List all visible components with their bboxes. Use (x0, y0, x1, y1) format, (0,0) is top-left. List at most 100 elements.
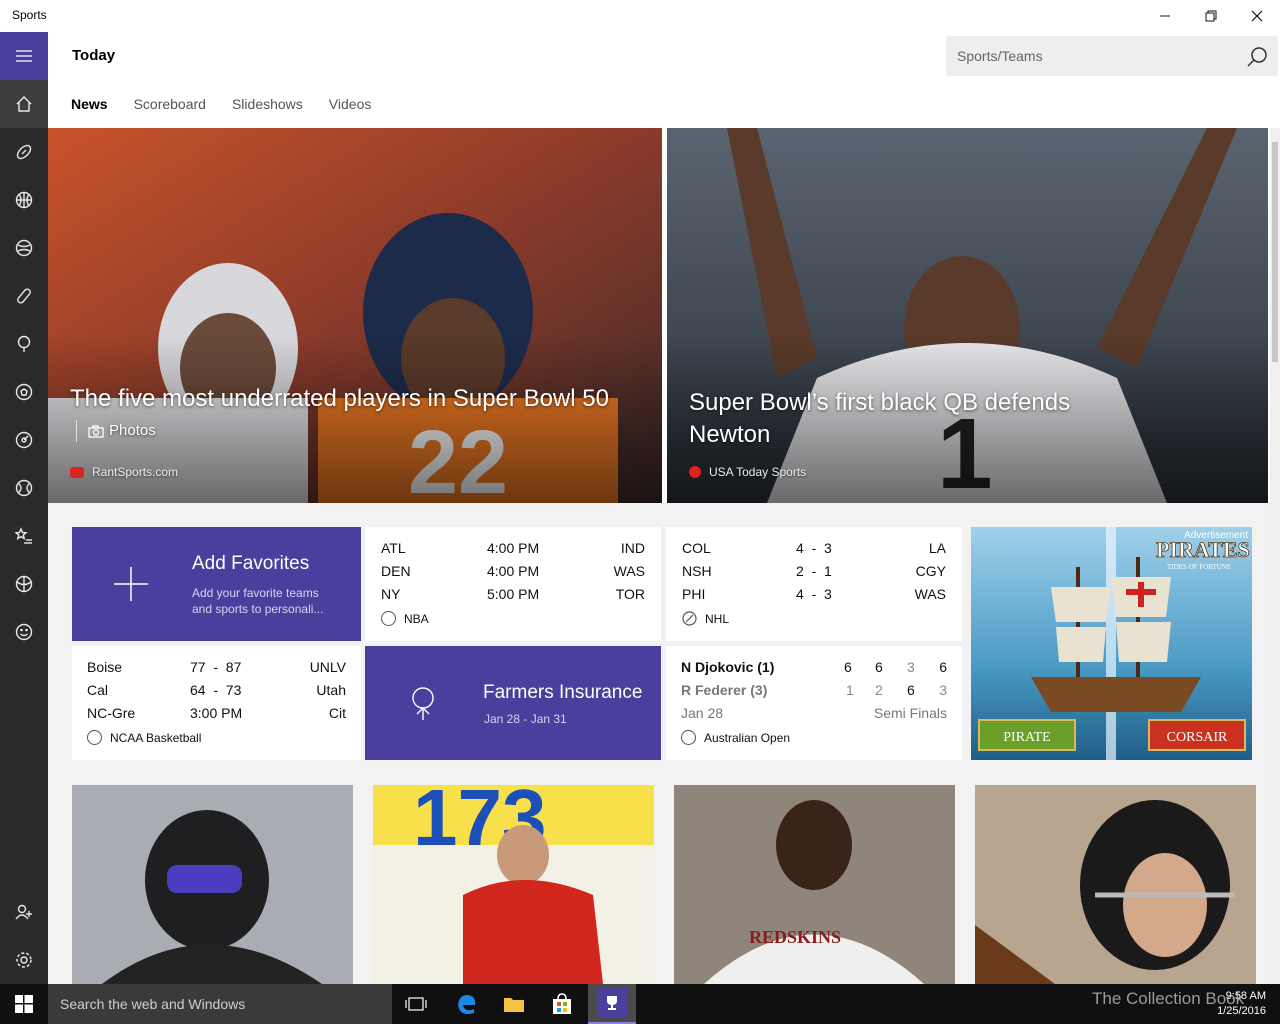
nav-rail (0, 32, 48, 984)
set-score: 6 (939, 659, 947, 675)
nav-hockey[interactable] (0, 272, 48, 320)
story-thumbnail[interactable] (975, 785, 1256, 984)
windows-logo-icon (15, 995, 33, 1013)
nhl-scores-tile[interactable]: COL 4 - 3 LA NSH 2 - 1 CGY PHI 4 - 3 WAS… (666, 527, 962, 641)
story-thumbnail[interactable]: REDSKINS (674, 785, 955, 984)
golf-ball-icon (412, 687, 434, 720)
match-info-row: Jan 28 Semi Finals (681, 705, 947, 728)
search-input[interactable] (946, 36, 1236, 76)
tennis-icon (681, 730, 696, 745)
game-score: 2 - 1 (796, 563, 832, 579)
hero-story-2[interactable]: 1 Super Bowl’s first black QB defends Ne… (667, 128, 1268, 503)
set-score: 6 (907, 682, 915, 698)
racing-icon (15, 431, 33, 449)
title-bar: Sports (0, 0, 1280, 32)
basketball-icon (15, 191, 33, 209)
nav-golf[interactable] (0, 320, 48, 368)
score-row: ATL 4:00 PM IND (381, 540, 645, 563)
story-thumbnail[interactable] (72, 785, 353, 984)
tab-slideshows[interactable]: Slideshows (232, 96, 303, 112)
nav-soccer[interactable] (0, 368, 48, 416)
nav-baseball[interactable] (0, 224, 48, 272)
nav-football[interactable] (0, 128, 48, 176)
game-time: 3:00 PM (190, 705, 243, 721)
nav-racing[interactable] (0, 416, 48, 464)
scrollbar-thumb[interactable] (1272, 142, 1278, 362)
tab-scoreboard[interactable]: Scoreboard (134, 96, 206, 112)
nba-scores-tile[interactable]: ATL 4:00 PM IND DEN 4:00 PM WAS NY 5:00 … (365, 527, 661, 641)
nav-fantasy[interactable] (0, 608, 48, 656)
edge-button[interactable] (442, 984, 490, 1024)
league-label: NBA (381, 611, 429, 626)
home-team: NC-Gre (87, 705, 136, 721)
hero-story-1[interactable]: 22 The five most underrated players in S… (48, 128, 662, 503)
game-score: 77 - 87 (190, 659, 242, 675)
tab-news[interactable]: News (71, 96, 108, 112)
league-label: NHL (682, 611, 729, 626)
thumbnail-redskins-player-image: REDSKINS (674, 785, 955, 984)
page-title: Today (72, 47, 116, 64)
star-list-icon (15, 527, 32, 544)
hero-1-headline: The five most underrated players in Supe… (70, 383, 662, 451)
nav-more-sports[interactable] (0, 560, 48, 608)
score-row: Boise 77 - 87 UNLV (87, 659, 346, 682)
task-view-button[interactable] (392, 984, 440, 1024)
home-team: NY (381, 586, 401, 602)
store-icon (553, 993, 571, 1014)
golf-dates: Jan 28 - Jan 31 (484, 712, 567, 726)
nav-favorites[interactable] (0, 512, 48, 560)
nav-basketball[interactable] (0, 176, 48, 224)
vertical-scrollbar[interactable] (1270, 128, 1280, 984)
story-thumbnail[interactable]: 173 (373, 785, 654, 984)
search-box (946, 36, 1278, 76)
hockey-icon (17, 288, 31, 304)
search-icon[interactable] (1246, 46, 1268, 68)
nav-account[interactable] (0, 888, 48, 936)
file-explorer-button[interactable] (490, 984, 538, 1024)
hamburger-icon (16, 50, 32, 62)
league-name: NHL (705, 611, 730, 626)
game-time: 4:00 PM (487, 540, 540, 556)
rantsports-logo-icon (70, 466, 84, 478)
nav-tennis[interactable] (0, 464, 48, 512)
taskbar-search-box[interactable]: Search the web and Windows (48, 984, 392, 1024)
tennis-match-tile[interactable]: N Djokovic (1) 6 6 3 6 R Federer (3) 1 2… (666, 646, 962, 760)
basketball-icon (87, 730, 102, 745)
watermark-text: The Collection Book (1092, 989, 1245, 1008)
home-team: ATL (381, 540, 406, 556)
soccer-icon (15, 383, 33, 401)
minimize-button[interactable] (1142, 0, 1188, 32)
set-score: 6 (875, 659, 883, 675)
away-team: WAS (613, 563, 645, 579)
store-button[interactable] (538, 984, 586, 1024)
golf-tournament-tile[interactable]: Farmers Insurance Jan 28 - Jan 31 (365, 646, 661, 760)
away-team: IND (620, 540, 645, 556)
home-team: NSH (682, 563, 712, 579)
restore-button[interactable] (1188, 0, 1234, 32)
hamburger-menu-button[interactable] (0, 32, 48, 80)
golf-title: Farmers Insurance (483, 682, 643, 703)
add-favorites-tile[interactable]: Add Favorites Add your favorite teams an… (72, 527, 361, 641)
close-button[interactable] (1234, 0, 1280, 32)
ncaa-scores-tile[interactable]: Boise 77 - 87 UNLV Cal 64 - 73 Utah NC-G… (72, 646, 361, 760)
league-label: NCAA Basketball (87, 730, 201, 745)
tab-bar: News Scoreboard Slideshows Videos (71, 96, 371, 112)
player-name: R Federer (3) (681, 682, 768, 698)
svg-text:REDSKINS: REDSKINS (749, 927, 841, 947)
game-time: 5:00 PM (487, 586, 540, 602)
nav-home[interactable] (0, 80, 48, 128)
home-team: DEN (381, 563, 411, 579)
start-button[interactable] (0, 984, 48, 1024)
set-score: 2 (875, 682, 883, 698)
sports-app-button[interactable] (588, 984, 636, 1024)
score-row: NY 5:00 PM TOR (381, 586, 645, 609)
tab-videos[interactable]: Videos (329, 96, 372, 112)
advertisement-tile[interactable]: PIRATES TIDES OF FORTUNE PIRATE CORSAIR … (971, 527, 1252, 760)
league-label: Australian Open (681, 730, 790, 745)
nav-settings[interactable] (0, 936, 48, 984)
score-row: Cal 64 - 73 Utah (87, 682, 346, 705)
player-row: R Federer (3) 1 2 6 3 (681, 682, 947, 705)
score-row: NSH 2 - 1 CGY (682, 563, 946, 586)
add-favorites-subtitle: Add your favorite teams and sports to pe… (192, 586, 324, 616)
away-team: UNLV (309, 659, 346, 675)
